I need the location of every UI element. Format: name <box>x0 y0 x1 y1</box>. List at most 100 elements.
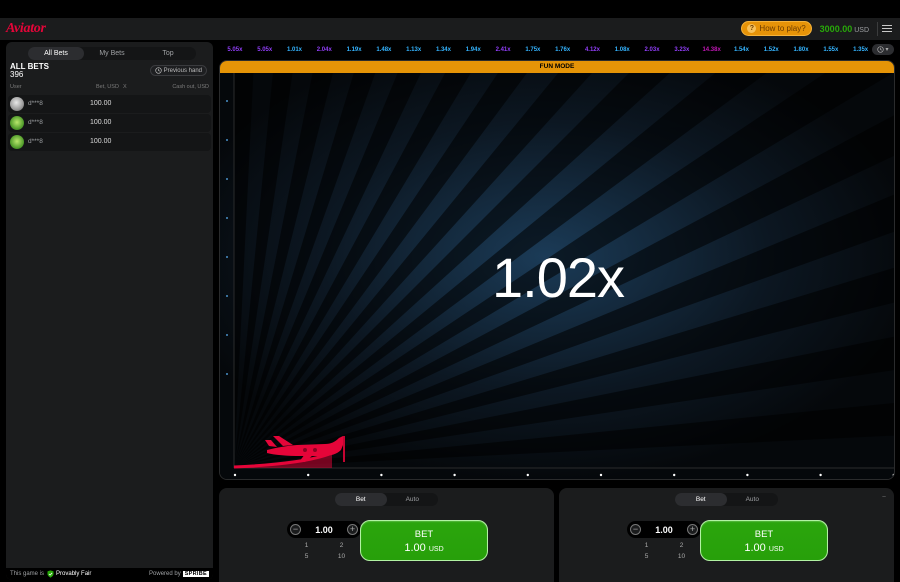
x-axis-dot <box>746 473 749 477</box>
bet-user: d***8 <box>28 138 43 145</box>
quick-amount-2[interactable]: 2 <box>664 542 699 550</box>
multiplier-history-item[interactable]: 1.13x <box>399 47 429 53</box>
multiplier-history-item[interactable]: 1.55x <box>816 47 846 53</box>
tab-auto[interactable]: Auto <box>387 493 439 506</box>
remove-panel-button[interactable]: − <box>882 494 886 501</box>
quick-amount-10[interactable]: 10 <box>664 553 699 561</box>
sidebar-footer: This game is Provably Fair Powered by SP… <box>6 568 213 580</box>
increase-bet-button[interactable]: + <box>687 524 698 535</box>
bet-row: d***8 100.00 <box>8 95 211 113</box>
bet-mode-tabs: Bet Auto <box>335 493 438 506</box>
quick-amount-1[interactable]: 1 <box>289 542 324 550</box>
multiplier-history-item[interactable]: 2.04x <box>309 47 339 53</box>
bet-button-currency: USD <box>768 546 784 553</box>
multiplier-history-item[interactable]: 1.34x <box>429 47 459 53</box>
multiplier-history-item[interactable]: 1.08x <box>607 47 637 53</box>
app-header: Aviator ? How to play? 3000.00 USD <box>0 18 900 40</box>
bet-button-amount: 1.00 USD <box>701 542 827 554</box>
multiplier-history-item[interactable]: 1.54x <box>727 47 757 53</box>
bet-amount-value[interactable]: 1.00 <box>655 525 673 535</box>
history-toggle-button[interactable]: ▾ <box>872 44 894 55</box>
multiplier-history-item[interactable]: 2.41x <box>488 47 518 53</box>
how-to-play-button[interactable]: ? How to play? <box>741 21 812 36</box>
x-axis-dot <box>526 473 529 477</box>
x-axis-dot <box>819 473 822 477</box>
y-axis-dot <box>226 334 228 336</box>
multiplier-history-item[interactable]: 1.75x <box>518 47 548 53</box>
fun-mode-banner: FUN MODE <box>220 61 894 73</box>
aviator-logo[interactable]: Aviator <box>6 21 46 37</box>
avatar <box>10 116 24 130</box>
spribe-logo: SPRIBE <box>182 571 209 577</box>
col-bet: Bet, USD <box>96 84 119 90</box>
x-axis-dot <box>892 473 894 477</box>
col-x: X <box>123 84 127 90</box>
tab-bet[interactable]: Bet <box>335 493 387 506</box>
question-icon: ? <box>747 24 757 33</box>
multiplier-history-item[interactable]: 5.05x <box>220 47 250 53</box>
top-black-bar <box>0 0 900 18</box>
bet-button[interactable]: BET 1.00 USD <box>360 520 488 561</box>
multiplier-history-item[interactable]: 1.01x <box>280 47 310 53</box>
balance: 3000.00 USD <box>820 24 869 34</box>
this-game-is-label: This game is <box>10 571 45 577</box>
multiplier-history-item[interactable]: 1.76x <box>548 47 578 53</box>
bet-amount: 100.00 <box>90 119 112 126</box>
all-bets-count: 396 <box>10 70 24 79</box>
bet-button-amount: 1.00 USD <box>361 542 487 554</box>
previous-hand-label: Previous hand <box>163 67 202 74</box>
bet-amount-value[interactable]: 1.00 <box>315 525 333 535</box>
powered-by-label: Powered by <box>149 571 181 577</box>
previous-hand-button[interactable]: Previous hand <box>149 65 207 76</box>
y-axis-dot <box>226 217 228 219</box>
multiplier-history-item[interactable]: 1.94x <box>458 47 488 53</box>
quick-amount-5[interactable]: 5 <box>629 553 664 561</box>
tab-bet[interactable]: Bet <box>675 493 727 506</box>
multiplier-history-item[interactable]: 14.38x <box>697 47 727 53</box>
bets-sidebar: All Bets My Bets Top ALL BETS 396 Previo… <box>6 42 213 580</box>
multiplier-history-item[interactable]: 4.12x <box>578 47 608 53</box>
multiplier-history-item[interactable]: 1.19x <box>339 47 369 53</box>
decrease-bet-button[interactable]: − <box>630 524 641 535</box>
quick-amount-1[interactable]: 1 <box>629 542 664 550</box>
history-icon <box>154 67 162 74</box>
bets-tabs: All Bets My Bets Top <box>28 47 196 60</box>
quick-amount-2[interactable]: 2 <box>324 542 359 550</box>
bet-button[interactable]: BET 1.00 USD <box>700 520 828 561</box>
bet-amount-stepper: − 1.00 + <box>627 521 701 538</box>
powered-by: Powered by SPRIBE <box>149 571 209 577</box>
bets-list: d***8 100.00 d***8 100.00 d***8 100.00 <box>8 95 211 152</box>
quick-amounts: 1 2 5 10 <box>289 542 359 561</box>
quick-amount-10[interactable]: 10 <box>324 553 359 561</box>
multiplier-history-item[interactable]: 3.23x <box>667 47 697 53</box>
balance-amount: 3000.00 <box>819 23 853 34</box>
x-axis-dot <box>599 473 603 477</box>
bet-user: d***8 <box>28 100 43 107</box>
avatar <box>10 97 24 111</box>
bet-button-amount-value: 1.00 <box>744 542 766 554</box>
provably-fair-label: Provably Fair <box>56 571 92 577</box>
multiplier-history-item[interactable]: 2.03x <box>637 47 667 53</box>
provably-fair-link[interactable]: Provably Fair <box>47 570 91 578</box>
multiplier-history-item[interactable]: 1.52x <box>756 47 786 53</box>
x-axis-dot <box>453 473 456 477</box>
bet-amount: 100.00 <box>90 138 112 145</box>
multiplier-history-item[interactable]: 5.05x <box>250 47 280 53</box>
multiplier-history: 5.05x 5.05x 1.01x 2.04x 1.19x 1.48x 1.13x 1.34x… <box>220 43 896 57</box>
tab-all-bets[interactable]: All Bets <box>28 47 84 60</box>
increase-bet-button[interactable]: + <box>347 524 358 535</box>
game-canvas: FUN MODE 1.02x <box>219 60 895 480</box>
x-axis-dot <box>380 473 383 477</box>
menu-icon[interactable] <box>877 21 894 36</box>
bet-amount-stepper: − 1.00 + <box>287 521 361 538</box>
tab-top[interactable]: Top <box>140 47 196 60</box>
bet-panel-2: Bet Auto − − 1.00 + 1 2 5 10 BET 1.00 US… <box>559 488 894 582</box>
x-axis-dot <box>307 473 310 477</box>
tab-auto[interactable]: Auto <box>727 493 779 506</box>
how-to-play-label: How to play? <box>759 24 806 33</box>
multiplier-history-item[interactable]: 1.80x <box>786 47 816 53</box>
tab-my-bets[interactable]: My Bets <box>84 47 140 60</box>
quick-amount-5[interactable]: 5 <box>289 553 324 561</box>
multiplier-history-item[interactable]: 1.48x <box>369 47 399 53</box>
decrease-bet-button[interactable]: − <box>290 524 301 535</box>
